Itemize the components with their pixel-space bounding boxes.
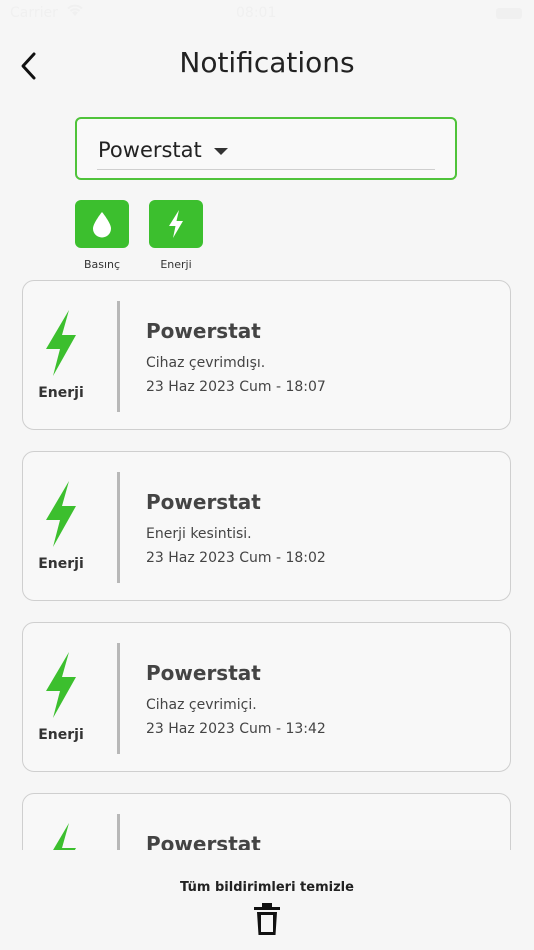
card-divider [117,301,120,412]
notification-card[interactable]: Enerji Powerstat Cihaz çevrimiçi. 23 Haz… [22,622,511,772]
lightning-icon [53,823,76,850]
filter-tile-basinc [75,200,129,248]
status-time: 08:01 [236,5,277,21]
notification-card[interactable]: Enerji Powerstat [22,793,511,850]
notification-date: 23 Haz 2023 Cum - 18:07 [146,379,326,395]
filter-enerji[interactable]: Enerji [149,200,203,271]
select-underline [97,169,435,170]
clear-all-button[interactable]: Tüm bildirimleri temizle [0,880,534,895]
card-divider [117,814,120,850]
caret-down-icon [214,148,228,155]
filter-basinc[interactable]: Basınç [75,200,129,271]
notification-title: Powerstat [146,319,261,343]
device-select-value: Powerstat [98,138,202,162]
battery-icon [496,8,522,19]
lightning-icon [46,652,76,718]
lightning-icon [46,481,76,547]
notification-title: Powerstat [146,490,261,514]
carrier-label: Carrier [10,5,58,21]
notification-date: 23 Haz 2023 Cum - 13:42 [146,721,326,737]
notification-list[interactable]: Enerji Powerstat Cihaz çevrimdışı. 23 Ha… [0,278,534,850]
status-bar: Carrier 08:01 [0,0,534,26]
notification-message: Cihaz çevrimdışı. [146,355,266,371]
filter-label: Enerji [160,258,192,271]
card-divider [117,472,120,583]
notification-title: Powerstat [146,661,261,685]
trash-icon [254,903,280,935]
notification-type: Enerji [38,727,84,743]
notification-date: 23 Haz 2023 Cum - 18:02 [146,550,326,566]
notification-message: Cihaz çevrimiçi. [146,697,257,713]
filter-tile-enerji [149,200,203,248]
notification-card[interactable]: Enerji Powerstat Enerji kesintisi. 23 Ha… [22,451,511,601]
notification-card[interactable]: Enerji Powerstat Cihaz çevrimdışı. 23 Ha… [22,280,511,430]
clear-all-trash-button[interactable] [253,902,281,940]
notification-type: Enerji [38,556,84,572]
page-title: Notifications [179,46,355,79]
notification-title: Powerstat [146,832,261,850]
lightning-icon [46,310,76,376]
water-drop-icon [93,212,111,238]
header: Notifications [0,40,534,86]
wifi-icon [66,3,84,21]
card-divider [117,643,120,754]
lightning-icon [169,210,183,238]
device-select[interactable]: Powerstat [75,117,457,180]
notification-message: Enerji kesintisi. [146,526,252,542]
notification-type: Enerji [38,385,84,401]
footer: Tüm bildirimleri temizle [0,850,534,950]
